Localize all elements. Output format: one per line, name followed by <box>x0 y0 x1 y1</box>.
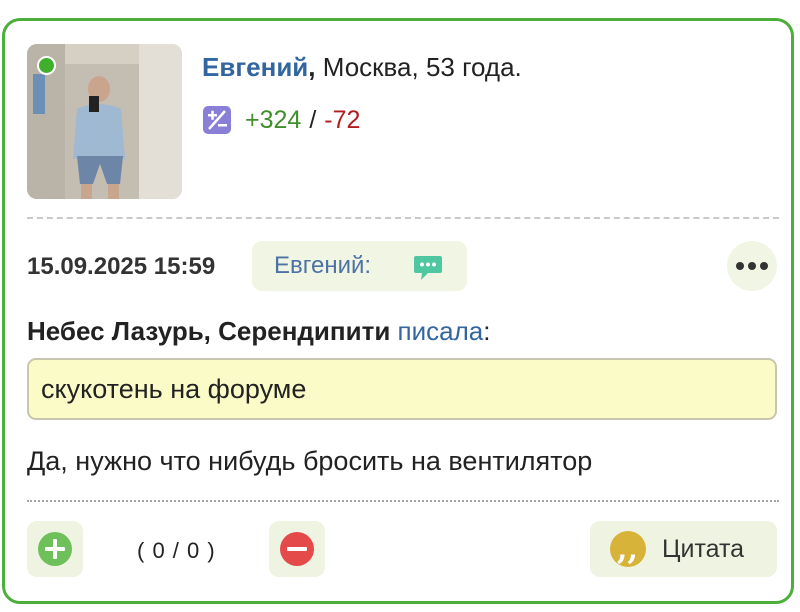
minus-circle-icon <box>280 532 314 566</box>
rating-plus: +324 <box>245 105 302 134</box>
quote-marks-icon: ,, <box>610 531 646 567</box>
rating-minus: -72 <box>324 105 361 134</box>
reply-to-label: Евгений: <box>274 252 372 279</box>
quote-authors: Небес Лазурь, Серендипити <box>27 316 391 346</box>
footer-divider <box>27 500 779 502</box>
quote-colon: : <box>483 316 491 346</box>
message-text: Да, нужно что нибудь бросить на вентилят… <box>27 446 593 476</box>
user-name-link[interactable]: Евгений <box>202 52 308 82</box>
plus-minus-icon <box>203 106 231 134</box>
vote-up-button[interactable] <box>27 521 83 577</box>
quote-header: Небес Лазурь, Серендипити писала: <box>27 315 490 347</box>
user-name-separator: , <box>308 52 316 82</box>
quote-button-label: Цитата <box>662 534 745 563</box>
quoted-text: скукотень на форуме <box>27 358 777 420</box>
reply-to-button[interactable]: Евгений: <box>252 241 467 291</box>
user-meta: Москва, 53 года. <box>315 52 522 82</box>
vote-down-button[interactable] <box>269 521 325 577</box>
more-dot <box>748 262 756 270</box>
post-timestamp: 15.09.2025 15:59 <box>27 253 216 280</box>
comment-card: Евгений, Москва, 53 года. +324 / -72 15.… <box>2 18 794 604</box>
user-info: Евгений, Москва, 53 года. <box>202 51 522 83</box>
vote-count: ( 0 / 0 ) <box>137 538 216 563</box>
online-dot-icon <box>37 56 56 75</box>
header-divider <box>27 217 779 219</box>
more-dots-icon <box>736 262 744 270</box>
quote-button[interactable]: ,, Цитата <box>590 521 777 577</box>
user-rating: +324 / -72 <box>203 105 360 135</box>
quote-source-link[interactable]: писала <box>398 316 484 346</box>
rating-separator: / <box>309 105 317 134</box>
plus-circle-icon <box>38 532 72 566</box>
chat-bubble-icon <box>414 256 442 280</box>
more-options-button[interactable] <box>727 241 777 291</box>
avatar[interactable] <box>27 44 182 199</box>
more-dot <box>760 262 768 270</box>
